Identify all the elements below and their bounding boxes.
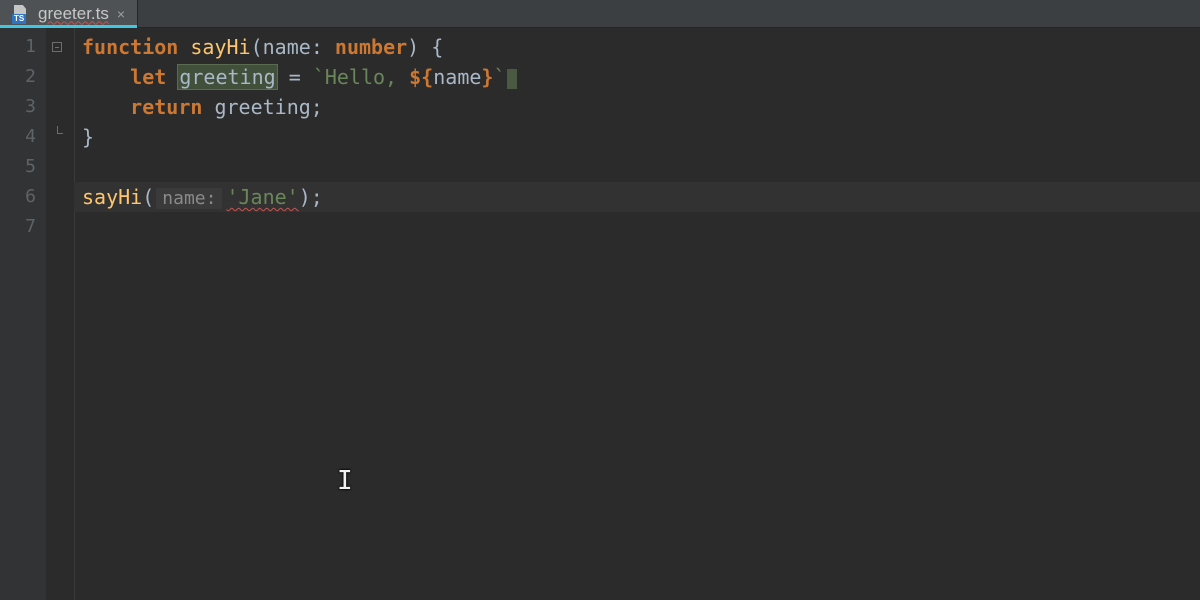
line-number: 2	[0, 62, 46, 92]
template-interp: ${	[409, 65, 433, 89]
function-call: sayHi	[82, 185, 142, 209]
type-keyword: number	[335, 35, 407, 59]
fold-toggle-icon[interactable]	[52, 42, 62, 52]
function-name: sayHi	[190, 35, 250, 59]
code-line[interactable]	[74, 212, 1200, 242]
line-number-gutter: 1 2 3 4 5 6 7	[0, 28, 46, 600]
punctuation: (	[251, 35, 263, 59]
param-name: name	[263, 35, 311, 59]
punctuation: {	[431, 35, 443, 59]
operator: =	[289, 65, 301, 89]
template-string-end: `	[493, 65, 505, 89]
string-arg-error: 'Jane'	[226, 185, 298, 209]
keyword-return: return	[130, 95, 202, 119]
line-number: 6	[0, 182, 46, 212]
punctuation: (	[142, 185, 154, 209]
soft-wrap-marker	[507, 69, 517, 89]
code-line-current[interactable]: sayHi(name:'Jane');	[74, 182, 1200, 212]
line-number: 7	[0, 212, 46, 242]
close-icon[interactable]: ×	[117, 7, 125, 21]
template-var: name	[433, 65, 481, 89]
fold-end-icon	[57, 126, 63, 134]
tab-greeter[interactable]: TS greeter.ts ×	[0, 0, 138, 27]
punctuation: )	[299, 185, 311, 209]
line-number: 4	[0, 122, 46, 152]
template-interp: }	[481, 65, 493, 89]
line-number: 5	[0, 152, 46, 182]
editor-area[interactable]: 1 2 3 4 5 6 7 function sayHi(name: numbe…	[0, 28, 1200, 600]
code-line[interactable]	[74, 152, 1200, 182]
keyword-function: function	[82, 35, 178, 59]
punctuation: :	[311, 35, 323, 59]
keyword-let: let	[130, 65, 166, 89]
variable-ref: greeting	[214, 95, 310, 119]
code-line[interactable]: return greeting;	[74, 92, 1200, 122]
code-content[interactable]: function sayHi(name: number) { let greet…	[74, 28, 1200, 600]
variable-name: greeting	[178, 65, 276, 89]
template-string: `Hello,	[313, 65, 409, 89]
fold-gutter	[46, 28, 74, 600]
punctuation: )	[407, 35, 419, 59]
line-number: 3	[0, 92, 46, 122]
tab-bar: TS greeter.ts ×	[0, 0, 1200, 28]
punctuation: ;	[311, 95, 323, 119]
code-line[interactable]: }	[74, 122, 1200, 152]
punctuation: }	[82, 125, 94, 149]
code-line[interactable]: function sayHi(name: number) {	[74, 32, 1200, 62]
code-line[interactable]: let greeting = `Hello, ${name}`	[74, 62, 1200, 92]
line-number: 1	[0, 32, 46, 62]
parameter-hint: name:	[156, 188, 222, 209]
punctuation: ;	[311, 185, 323, 209]
tab-filename: greeter.ts	[38, 4, 109, 24]
typescript-file-icon: TS	[12, 5, 30, 23]
